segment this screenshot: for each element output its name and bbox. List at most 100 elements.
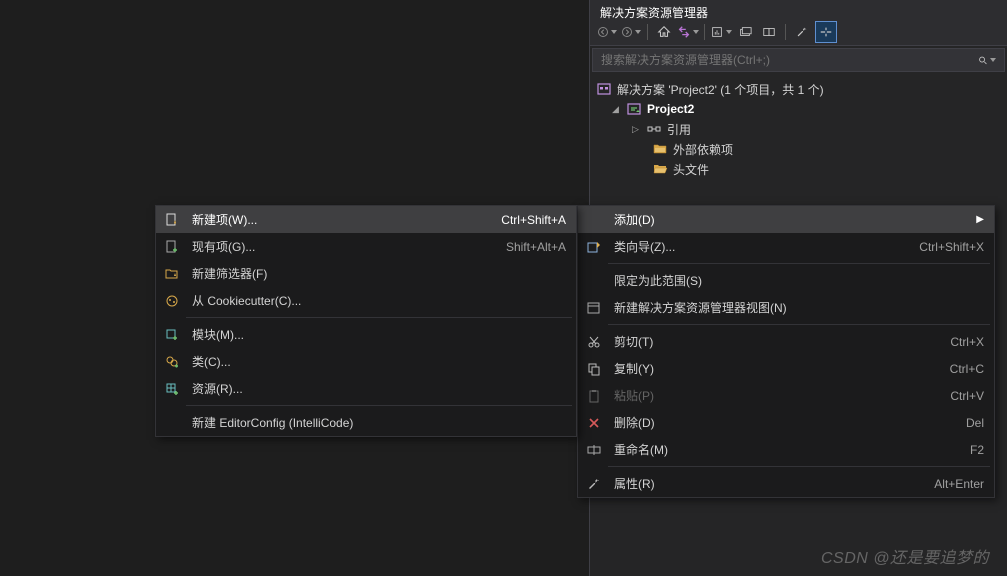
rename-icon <box>582 440 606 460</box>
menu-cut[interactable]: 剪切(T) Ctrl+X <box>578 328 994 355</box>
menu-label: 删除(D) <box>614 414 958 431</box>
menu-label: 粘贴(P) <box>614 387 942 404</box>
menu-label: 从 Cookiecutter(C)... <box>192 292 566 309</box>
menu-editorconfig[interactable]: 新建 EditorConfig (IntelliCode) <box>156 409 576 436</box>
menu-shortcut: Ctrl+X <box>950 335 984 349</box>
solution-explorer-toolbar <box>590 18 1007 46</box>
menu-label: 剪切(T) <box>614 333 942 350</box>
preview-icon[interactable] <box>815 21 837 43</box>
wrench-icon <box>582 474 606 494</box>
menu-label: 类向导(Z)... <box>614 238 911 255</box>
toolbar-separator <box>647 24 648 40</box>
project-node[interactable]: ◢ Project2 <box>596 99 1001 119</box>
blank-icon <box>582 271 606 291</box>
menu-label: 属性(R) <box>614 475 926 492</box>
scissors-icon <box>582 332 606 352</box>
solution-tree: 解决方案 'Project2' (1 个项目，共 1 个) ◢ Project2… <box>590 74 1007 184</box>
references-label: 引用 <box>667 121 691 138</box>
headers-node[interactable]: 头文件 <box>596 159 1001 179</box>
solution-label: 解决方案 'Project2' (1 个项目，共 1 个) <box>617 81 824 98</box>
home-icon[interactable] <box>653 21 675 43</box>
delete-icon <box>582 413 606 433</box>
menu-new-filter[interactable]: 新建筛选器(F) <box>156 260 576 287</box>
menu-existing-item[interactable]: 现有项(G)... Shift+Alt+A <box>156 233 576 260</box>
folder-open-icon <box>652 161 668 177</box>
copy-icon <box>582 359 606 379</box>
menu-copy[interactable]: 复制(Y) Ctrl+C <box>578 355 994 382</box>
menu-rename[interactable]: 重命名(M) F2 <box>578 436 994 463</box>
menu-label: 新建项(W)... <box>192 211 493 228</box>
class-icon <box>160 352 184 372</box>
menu-label: 新建 EditorConfig (IntelliCode) <box>192 414 566 431</box>
expander-open-icon[interactable]: ◢ <box>610 104 621 115</box>
sync-icon[interactable] <box>734 21 756 43</box>
menu-separator <box>608 324 990 325</box>
panel-title-text: 解决方案资源管理器 <box>600 6 708 20</box>
references-node[interactable]: ▷ 引用 <box>596 119 1001 139</box>
module-icon <box>160 325 184 345</box>
menu-new-item[interactable]: 新建项(W)... Ctrl+Shift+A <box>156 206 576 233</box>
back-dropdown-icon[interactable] <box>596 21 618 43</box>
toolbar-separator <box>785 24 786 40</box>
properties-icon[interactable] <box>791 21 813 43</box>
external-deps-node[interactable]: 外部依赖项 <box>596 139 1001 159</box>
menu-separator <box>186 405 572 406</box>
menu-shortcut: Shift+Alt+A <box>506 240 566 254</box>
menu-add[interactable]: 添加(D) ▶ <box>578 206 994 233</box>
expander-closed-icon[interactable]: ▷ <box>630 124 641 135</box>
context-menu: 添加(D) ▶ 类向导(Z)... Ctrl+Shift+X 限定为此范围(S)… <box>577 205 995 498</box>
menu-label: 模块(M)... <box>192 326 566 343</box>
menu-scope[interactable]: 限定为此范围(S) <box>578 267 994 294</box>
pending-changes-icon[interactable] <box>710 21 732 43</box>
chevron-right-icon: ▶ <box>974 214 984 225</box>
menu-shortcut: Ctrl+Shift+A <box>501 213 566 227</box>
menu-delete[interactable]: 删除(D) Del <box>578 409 994 436</box>
filter-icon <box>160 264 184 284</box>
solution-node[interactable]: 解决方案 'Project2' (1 个项目，共 1 个) <box>596 79 1001 99</box>
menu-shortcut: Ctrl+V <box>950 389 984 403</box>
show-all-files-icon[interactable] <box>758 21 780 43</box>
solution-icon <box>596 81 612 97</box>
menu-shortcut: Del <box>966 416 984 430</box>
existing-item-icon <box>160 237 184 257</box>
menu-label: 类(C)... <box>192 353 566 370</box>
references-icon <box>646 121 662 137</box>
menu-label: 新建解决方案资源管理器视图(N) <box>614 299 984 316</box>
menu-shortcut: F2 <box>970 443 984 457</box>
class-wizard-icon <box>582 237 606 257</box>
menu-label: 新建筛选器(F) <box>192 265 566 282</box>
project-icon <box>626 101 642 117</box>
menu-class-wizard[interactable]: 类向导(Z)... Ctrl+Shift+X <box>578 233 994 260</box>
new-view-icon <box>582 298 606 318</box>
switch-view-icon[interactable] <box>677 21 699 43</box>
menu-separator <box>608 466 990 467</box>
menu-separator <box>186 317 572 318</box>
menu-label: 复制(Y) <box>614 360 942 377</box>
folder-icon <box>652 141 668 157</box>
menu-class[interactable]: 类(C)... <box>156 348 576 375</box>
forward-dropdown-icon[interactable] <box>620 21 642 43</box>
resource-icon <box>160 379 184 399</box>
menu-shortcut: Ctrl+C <box>950 362 984 376</box>
menu-label: 限定为此范围(S) <box>614 272 984 289</box>
menu-separator <box>608 263 990 264</box>
panel-title: 解决方案资源管理器 <box>590 0 1007 18</box>
menu-label: 重命名(M) <box>614 441 962 458</box>
paste-icon <box>582 386 606 406</box>
menu-properties[interactable]: 属性(R) Alt+Enter <box>578 470 994 497</box>
menu-resource[interactable]: 资源(R)... <box>156 375 576 402</box>
blank-icon <box>582 210 606 230</box>
search-box[interactable] <box>592 48 1005 72</box>
external-deps-label: 外部依赖项 <box>673 141 733 158</box>
menu-label: 添加(D) <box>614 211 966 228</box>
menu-paste: 粘贴(P) Ctrl+V <box>578 382 994 409</box>
menu-shortcut: Alt+Enter <box>934 477 984 491</box>
search-icon[interactable] <box>978 51 996 69</box>
search-input[interactable] <box>601 53 978 67</box>
add-submenu: 新建项(W)... Ctrl+Shift+A 现有项(G)... Shift+A… <box>155 205 577 437</box>
menu-label: 现有项(G)... <box>192 238 498 255</box>
menu-cookiecutter[interactable]: 从 Cookiecutter(C)... <box>156 287 576 314</box>
blank-icon <box>160 413 184 433</box>
menu-new-view[interactable]: 新建解决方案资源管理器视图(N) <box>578 294 994 321</box>
menu-module[interactable]: 模块(M)... <box>156 321 576 348</box>
